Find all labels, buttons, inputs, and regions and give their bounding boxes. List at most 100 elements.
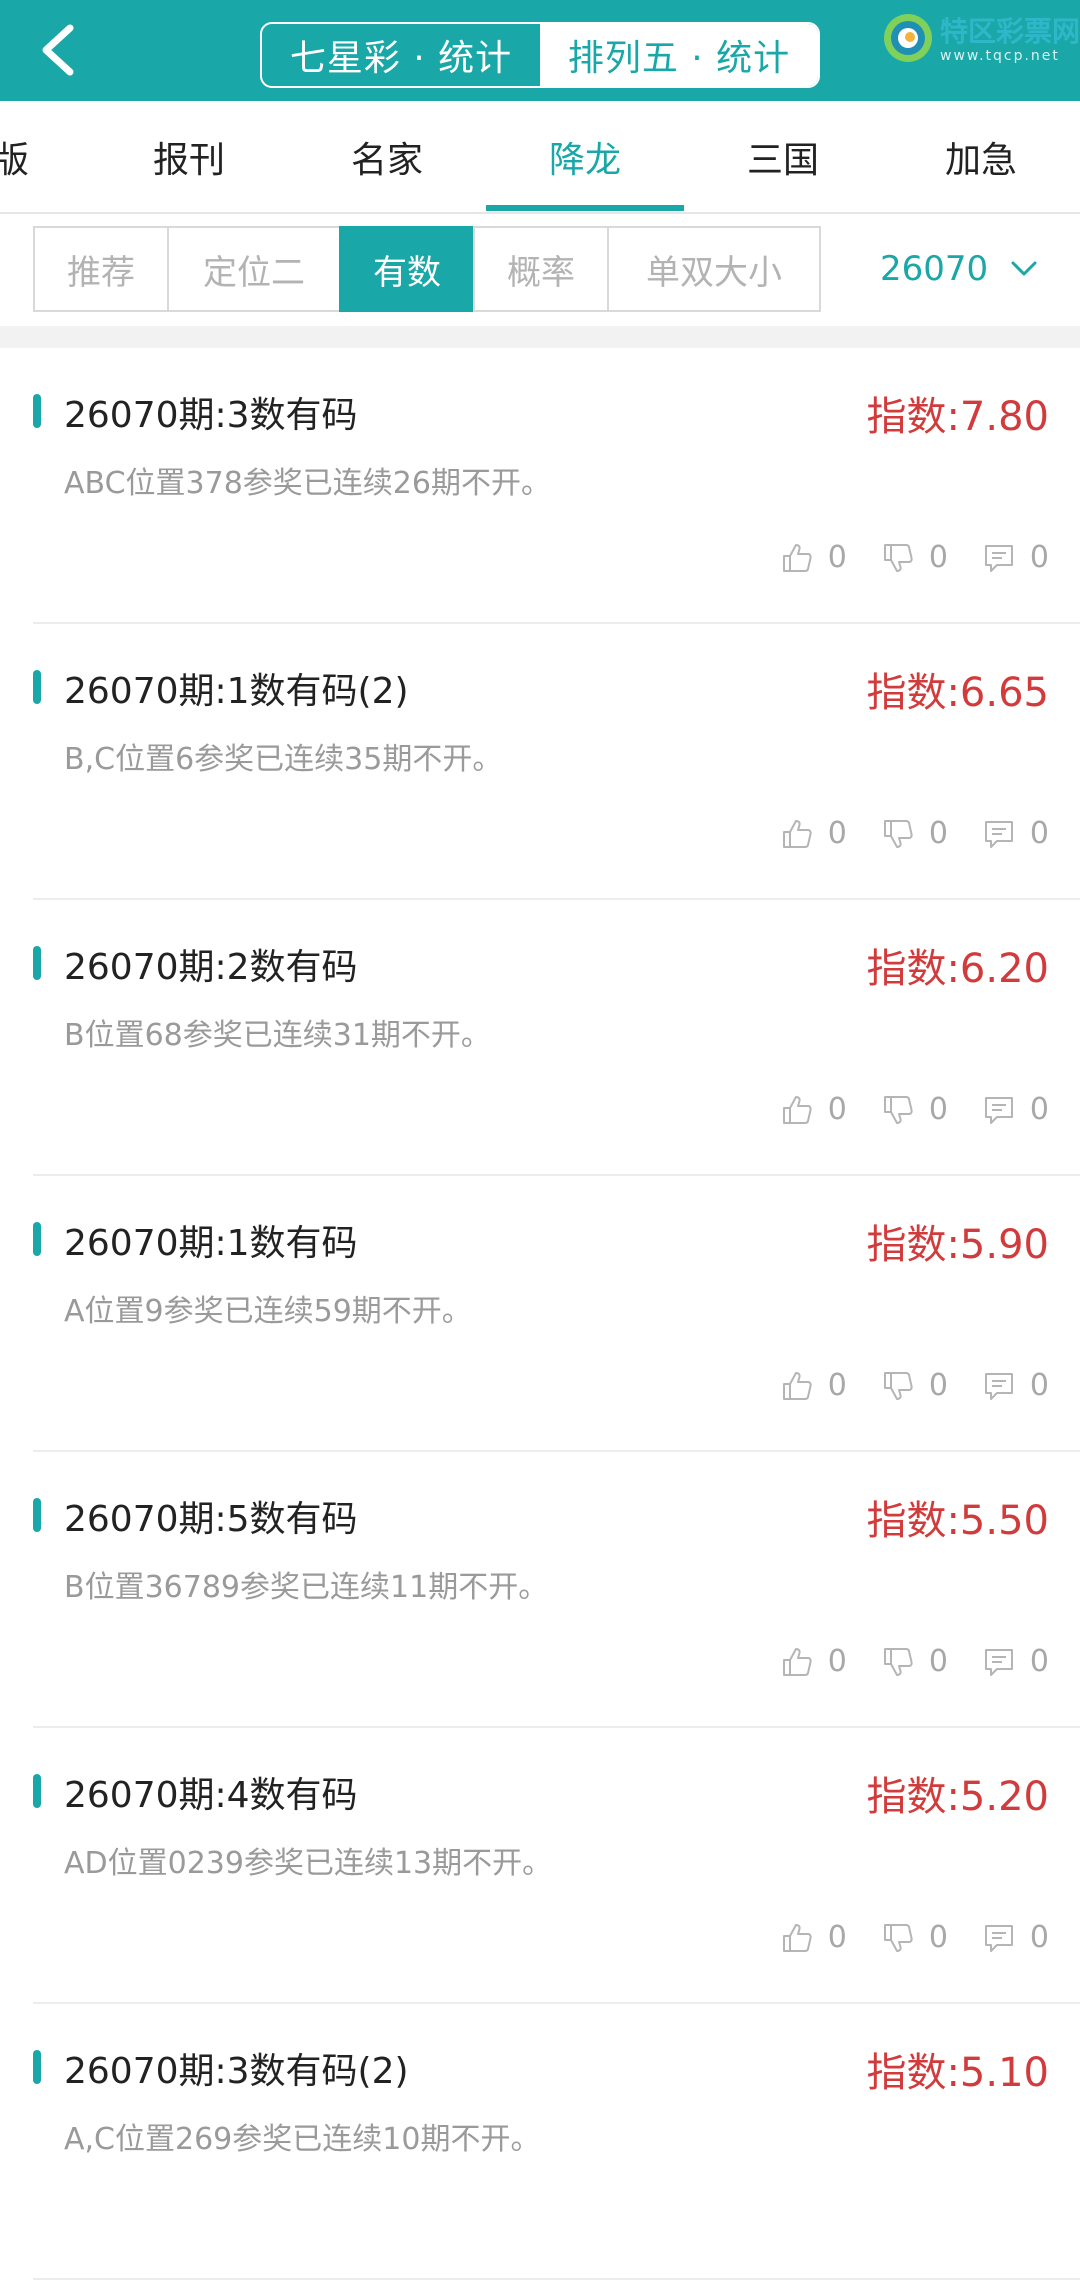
like-button[interactable]: 0 (780, 1368, 847, 1403)
dislike-button[interactable]: 0 (881, 1092, 948, 1127)
dislike-button[interactable]: 0 (881, 1644, 948, 1679)
comment-count: 0 (1029, 1092, 1049, 1127)
thumbs-down-icon (883, 819, 913, 848)
item-accent-bar (33, 2050, 41, 2084)
back-button[interactable] (28, 18, 92, 82)
dislike-count: 0 (928, 816, 948, 851)
item-accent-bar (33, 1222, 41, 1256)
chip-gailv[interactable]: 概率 (473, 226, 609, 312)
issue-number: 26070 (880, 249, 989, 289)
item-title: 26070期:3数有码(2) (64, 2051, 409, 2092)
like-count: 0 (827, 1920, 847, 1955)
item-actions: 0 0 0 (746, 816, 1049, 851)
chip-tuijian[interactable]: 推荐 (33, 226, 169, 312)
list-item[interactable]: 26070期:4数有码 指数:5.20 AD位置0239参奖已连续13期不开。 … (0, 1728, 1080, 2004)
list-item[interactable]: 26070期:3数有码(2) 指数:5.10 A,C位置269参奖已连续10期不… (0, 2004, 1080, 2280)
item-actions: 0 0 0 (746, 1368, 1049, 1403)
comment-icon (984, 1924, 1013, 1952)
chevron-down-icon (1011, 261, 1037, 276)
item-index: 指数:6.65 (866, 670, 1049, 716)
comment-button[interactable]: 0 (982, 1368, 1049, 1403)
tab-ban[interactable]: 版 (0, 101, 36, 212)
top-bar: 七星彩 · 统计 排列五 · 统计 特区彩票网 www.tqcp.net (0, 0, 1080, 101)
tab-jiaji[interactable]: 加急 (882, 101, 1080, 212)
dislike-button[interactable]: 0 (881, 816, 948, 851)
thumbs-up-icon (782, 1095, 812, 1124)
item-actions: 0 0 0 (746, 1644, 1049, 1679)
tab-xianglong[interactable]: 降龙 (486, 101, 684, 212)
item-index: 指数:7.80 (866, 394, 1049, 440)
chip-youshu[interactable]: 有数 (339, 226, 475, 312)
item-actions: 0 0 0 (746, 1920, 1049, 1955)
item-title: 26070期:1数有码(2) (64, 671, 409, 712)
item-description: B位置68参奖已连续31期不开。 (64, 1018, 491, 1053)
list-item[interactable]: 26070期:2数有码 指数:6.20 B位置68参奖已连续31期不开。 0 0… (0, 900, 1080, 1176)
item-title: 26070期:3数有码 (64, 395, 358, 436)
list-item[interactable]: 26070期:3数有码 指数:7.80 ABC位置378参奖已连续26期不开。 … (0, 348, 1080, 624)
comment-button[interactable]: 0 (982, 1920, 1049, 1955)
item-accent-bar (33, 946, 41, 980)
thumbs-down-icon (883, 543, 913, 572)
comment-button[interactable]: 0 (982, 1644, 1049, 1679)
item-accent-bar (33, 1498, 41, 1532)
section-divider (0, 326, 1080, 348)
item-accent-bar (33, 1774, 41, 1808)
comment-button[interactable]: 0 (982, 1092, 1049, 1127)
item-description: B位置36789参奖已连续11期不开。 (64, 1570, 549, 1605)
like-button[interactable]: 0 (780, 1920, 847, 1955)
item-description: B,C位置6参奖已连续35期不开。 (64, 742, 503, 777)
item-index: 指数:5.50 (866, 1498, 1049, 1544)
like-count: 0 (827, 816, 847, 851)
thumbs-up-icon (782, 1923, 812, 1952)
brand-emblem-icon (884, 14, 932, 62)
like-button[interactable]: 0 (780, 1092, 847, 1127)
thumbs-down-icon (883, 1923, 913, 1952)
dislike-button[interactable]: 0 (881, 1368, 948, 1403)
tab-sanguo[interactable]: 三国 (684, 101, 882, 212)
item-description: A位置9参奖已连续59期不开。 (64, 1294, 472, 1329)
item-title: 26070期:5数有码 (64, 1499, 358, 1540)
item-index: 指数:6.20 (866, 946, 1049, 992)
issue-dropdown[interactable]: 26070 (880, 226, 1038, 312)
like-button[interactable]: 0 (780, 540, 847, 575)
comment-button[interactable]: 0 (982, 540, 1049, 575)
item-accent-bar (33, 670, 41, 704)
thumbs-up-icon (782, 1647, 812, 1676)
chip-dingwei-er[interactable]: 定位二 (167, 226, 341, 312)
like-button[interactable]: 0 (780, 1644, 847, 1679)
item-accent-bar (33, 394, 41, 428)
thumbs-up-icon (782, 819, 812, 848)
chip-danshuang-daxiao[interactable]: 单双大小 (607, 226, 821, 312)
dislike-button[interactable]: 0 (881, 540, 948, 575)
item-index: 指数:5.10 (866, 2050, 1049, 2096)
item-actions: 0 0 0 (746, 1092, 1049, 1127)
thumbs-down-icon (883, 1647, 913, 1676)
thumbs-up-icon (782, 543, 812, 572)
switch-qixingcai[interactable]: 七星彩 · 统计 (262, 24, 540, 86)
like-count: 0 (827, 1644, 847, 1679)
switch-pailiewu[interactable]: 排列五 · 统计 (540, 24, 818, 86)
comment-count: 0 (1029, 816, 1049, 851)
comment-count: 0 (1029, 1920, 1049, 1955)
list-item[interactable]: 26070期:1数有码 指数:5.90 A位置9参奖已连续59期不开。 0 0 … (0, 1176, 1080, 1452)
tab-baokan[interactable]: 报刊 (90, 101, 288, 212)
comment-icon (984, 1648, 1013, 1676)
filter-row: 推荐 定位二 有数 概率 单双大小 26070 (0, 214, 1080, 326)
tab-mingjia[interactable]: 名家 (288, 101, 486, 212)
stat-list: 26070期:3数有码 指数:7.80 ABC位置378参奖已连续26期不开。 … (0, 348, 1080, 2280)
list-item[interactable]: 26070期:5数有码 指数:5.50 B位置36789参奖已连续11期不开。 … (0, 1452, 1080, 1728)
item-title: 26070期:4数有码 (64, 1775, 358, 1816)
comment-icon (984, 544, 1013, 572)
item-description: A,C位置269参奖已连续10期不开。 (64, 2122, 541, 2157)
comment-button[interactable]: 0 (982, 816, 1049, 851)
comment-icon (984, 820, 1013, 848)
brand-url: www.tqcp.net (940, 48, 1060, 64)
like-button[interactable]: 0 (780, 816, 847, 851)
dislike-button[interactable]: 0 (881, 1920, 948, 1955)
item-title: 26070期:2数有码 (64, 947, 358, 988)
item-index: 指数:5.90 (866, 1222, 1049, 1268)
dislike-count: 0 (928, 1920, 948, 1955)
item-title: 26070期:1数有码 (64, 1223, 358, 1264)
comment-icon (984, 1372, 1013, 1400)
list-item[interactable]: 26070期:1数有码(2) 指数:6.65 B,C位置6参奖已连续35期不开。… (0, 624, 1080, 900)
